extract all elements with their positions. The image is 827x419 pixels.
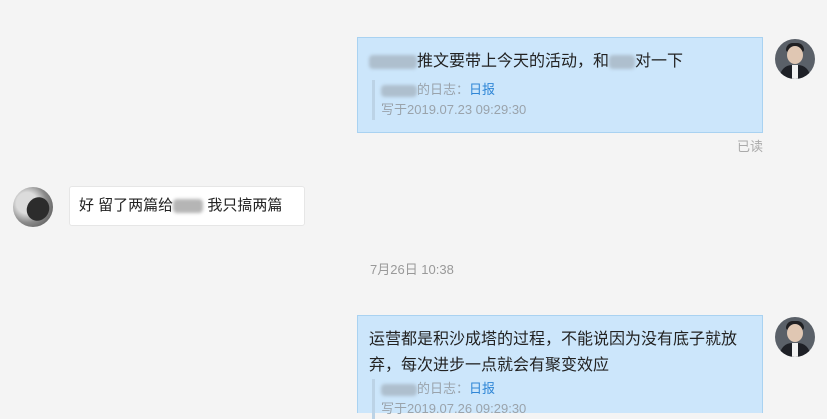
my-message-bubble[interactable]: 推文要带上今天的活动，和 对一下 的日志：日报 写于2019.07.23 09:2… [357,37,763,133]
contact-avatar[interactable] [13,187,53,227]
message-text: 运营都是积沙成塔的过程，不能说因为没有底子就放 弃，每次进步一点就会有聚变效应 [369,331,738,374]
report-link[interactable]: 日报 [469,82,495,97]
read-status: 已读 [737,139,764,154]
redacted-text [369,54,417,69]
journal-quote[interactable]: 的日志：日报 写于2019.07.26 09:29:30 [372,379,526,419]
user-avatar[interactable] [775,317,815,357]
message-timestamp: 7月26日 10:38 [370,262,454,277]
journal-time: 写于2019.07.23 09:29:30 [381,102,527,117]
message-text: 推文要带上今天的活动，和 对一下 [369,49,683,75]
journal-time: 写于2019.07.26 09:29:30 [381,401,527,416]
journal-quote[interactable]: 的日志：日报 写于2019.07.23 09:29:30 [372,80,526,120]
report-link[interactable]: 日报 [469,381,495,396]
message-text: 好 留了两篇给 我只搞两篇 [79,197,283,214]
redacted-text [173,199,204,214]
my-message-bubble[interactable]: 运营都是积沙成塔的过程，不能说因为没有底子就放 弃，每次进步一点就会有聚变效应 … [357,315,763,419]
user-avatar[interactable] [775,39,815,79]
redacted-text [381,383,417,396]
redacted-text [381,84,417,97]
contact-message-bubble[interactable]: 好 留了两篇给 我只搞两篇 [69,186,305,226]
redacted-text [609,54,636,69]
